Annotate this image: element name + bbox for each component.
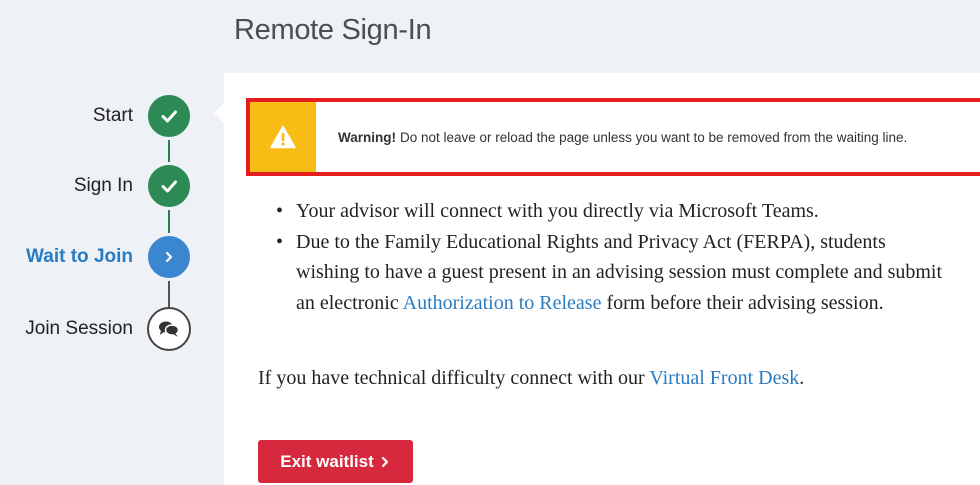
tech-text-end: . [799,367,805,389]
step-done-indicator [145,162,193,210]
chevron-right-icon [165,251,173,263]
info-list: Your advisor will connect with you direc… [274,196,954,318]
list-item: Due to the Family Educational Rights and… [274,227,954,319]
chevron-right-icon [381,456,388,467]
warning-triangle-icon [270,125,296,149]
info-ferpa-end: form before their advising session. [601,291,884,314]
page-title: Remote Sign-In [234,14,432,46]
list-item: Your advisor will connect with you direc… [274,196,954,227]
step-label: Sign In [73,175,133,196]
warning-icon-container [250,102,316,172]
warning-message: Warning! Do not leave or reload the page… [316,102,907,172]
exit-waitlist-label: Exit waitlist [280,451,374,471]
warning-strong: Warning! [338,129,396,145]
authorization-link[interactable]: Authorization to Release [403,292,602,314]
step-wait-to-join: Wait to Join [0,233,200,281]
card-pointer [214,102,225,124]
warning-alert: Warning! Do not leave or reload the page… [246,98,980,176]
step-join-session: Join Session [0,305,200,353]
step-sign-in: Sign In [0,162,200,210]
step-start: Start [0,92,200,140]
step-pending-indicator [147,307,191,351]
virtual-front-desk-link[interactable]: Virtual Front Desk [649,367,799,389]
tech-support-text: If you have technical difficulty connect… [258,367,804,390]
step-label: Wait to Join [26,246,133,267]
step-done-indicator [145,92,193,140]
warning-text: Do not leave or reload the page unless y… [400,129,908,145]
check-icon [161,110,177,123]
step-current-indicator [145,233,193,281]
check-icon [161,180,177,193]
progress-stepper: Start Sign In Wait to Join Join Session [0,0,200,485]
chat-bubbles-icon [159,321,180,337]
info-teams: Your advisor will connect with you direc… [296,200,819,222]
exit-waitlist-button[interactable]: Exit waitlist [258,440,413,483]
tech-text: If you have technical difficulty connect… [258,367,650,389]
step-label: Start [92,105,133,126]
step-label: Join Session [25,318,133,339]
